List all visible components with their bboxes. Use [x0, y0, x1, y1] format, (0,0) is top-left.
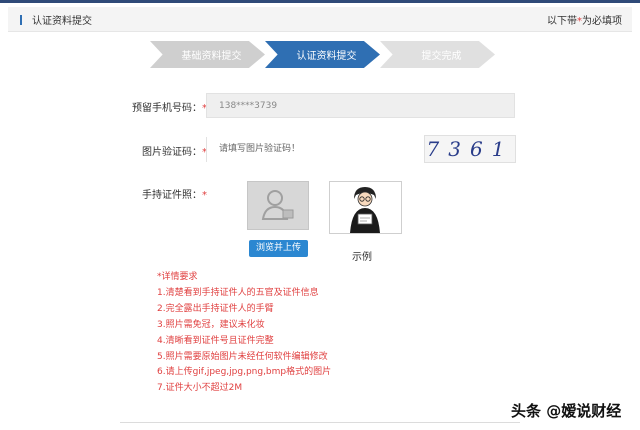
requirements-title: *详情要求 — [157, 272, 198, 282]
phone-label-text: 预留手机号码： — [132, 103, 202, 114]
id-photo-label: 手持证件照：* — [142, 186, 207, 201]
step-complete: 提交完成 — [380, 41, 495, 68]
example-person-icon — [350, 187, 380, 233]
required-note: 以下带*为必填项 — [547, 12, 622, 27]
requirement-item: 6.请上传gif,jpeg,jpg,png,bmp格式的图片 — [157, 367, 332, 378]
progress-steps: 基础资料提交 认证资料提交 提交完成 — [150, 41, 495, 68]
top-bar — [0, 0, 640, 3]
header-marker — [20, 15, 22, 25]
watermark: 头条 @嫒说财经 — [511, 402, 622, 420]
id-photo-required-mark: * — [202, 190, 207, 201]
photo-upload-area[interactable] — [247, 181, 309, 230]
requirement-item: 5.照片需要原始图片未经任何软件编辑修改 — [157, 351, 328, 362]
phone-label: 预留手机号码：* — [132, 99, 207, 114]
browse-upload-button[interactable]: 浏览并上传 — [249, 240, 308, 257]
required-note-prefix: 以下带 — [547, 16, 577, 27]
requirement-item: 4.清晰看到证件号且证件完整 — [157, 335, 274, 346]
step-certification: 认证资料提交 — [265, 41, 380, 68]
bottom-divider — [120, 422, 520, 423]
page-title: 认证资料提交 — [32, 16, 92, 27]
required-note-suffix: 为必填项 — [582, 16, 622, 27]
requirement-item: 1.清楚看到手持证件人的五官及证件信息 — [157, 287, 319, 298]
captcha-input[interactable]: 请填写图片验证码！ — [206, 137, 411, 162]
captcha-label-text: 图片验证码： — [142, 147, 202, 158]
step-basic-info: 基础资料提交 — [150, 41, 265, 68]
phone-field[interactable]: 138****3739 — [206, 93, 515, 118]
requirement-item: 3.照片需免冠，建议未化妆 — [157, 319, 265, 330]
captcha-image[interactable]: 7361 — [424, 135, 516, 163]
requirements-list: *详情要求 1.清楚看到手持证件人的五官及证件信息 2.完全露出手持证件人的手臂… — [157, 270, 331, 397]
id-photo-label-text: 手持证件照： — [142, 190, 202, 201]
requirement-item: 7.证件大小不超过2M — [157, 383, 243, 394]
example-photo — [329, 181, 402, 234]
example-label: 示例 — [352, 252, 372, 263]
requirement-item: 2.完全露出手持证件人的手臂 — [157, 303, 274, 314]
captcha-label: 图片验证码：* — [142, 143, 207, 158]
user-placeholder-icon — [261, 190, 294, 220]
section-header: 认证资料提交 以下带*为必填项 — [8, 7, 632, 32]
